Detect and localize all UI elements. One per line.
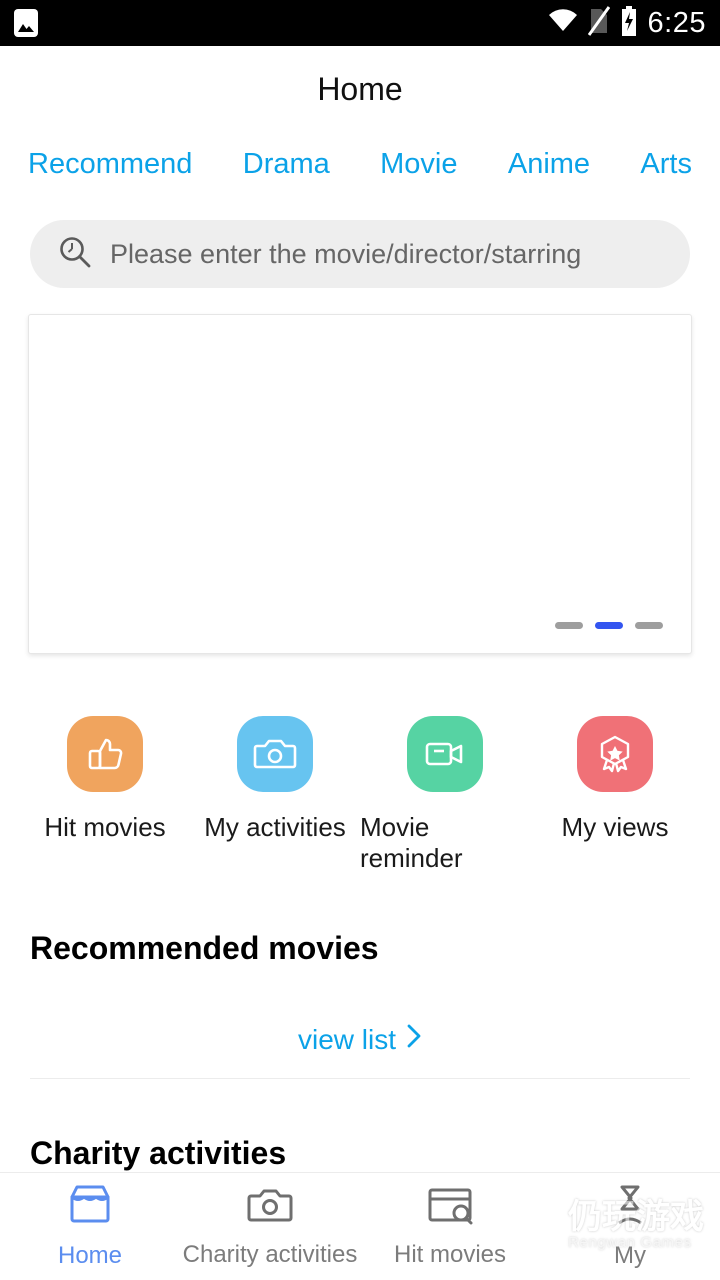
view-list-button[interactable]: view list [298, 1023, 422, 1056]
medal-badge-icon [577, 716, 653, 792]
app-root: 6:25 Home Recommend Drama Movie Anime Ar… [0, 0, 720, 1280]
nav-label: Charity activities [182, 1241, 358, 1268]
quick-action-my-views[interactable]: My views [530, 716, 700, 874]
quick-action-label: My activities [204, 812, 346, 842]
carousel-dot-2[interactable] [595, 622, 623, 629]
category-tabs: Recommend Drama Movie Anime Arts [0, 132, 720, 196]
store-box-icon [66, 1183, 114, 1232]
nav-label: My [614, 1242, 646, 1269]
thumbs-up-icon [67, 716, 143, 792]
person-icon [609, 1183, 651, 1232]
search-icon [58, 235, 92, 274]
status-bar-time: 6:25 [647, 6, 706, 39]
status-bar-right: 6:25 [548, 5, 706, 41]
quick-action-my-activities[interactable]: My activities [190, 716, 360, 874]
no-sim-icon [587, 5, 610, 41]
tab-movie[interactable]: Movie [380, 148, 457, 181]
photo-icon [14, 9, 38, 37]
search-section: Please enter the movie/director/starring [0, 196, 720, 288]
carousel-dots [555, 622, 663, 629]
wifi-icon [548, 8, 578, 38]
bottom-navigation: Home Charity activities Hit movies My [0, 1172, 720, 1280]
quick-actions: Hit movies My activities Movie reminder [0, 654, 720, 874]
nav-item-hit-movies[interactable]: Hit movies [360, 1184, 540, 1269]
carousel-dot-3[interactable] [635, 622, 663, 629]
carousel-section [0, 288, 720, 654]
video-camera-icon [407, 716, 483, 792]
tab-drama[interactable]: Drama [243, 148, 330, 181]
quick-action-label: My views [561, 812, 669, 842]
quick-action-hit-movies[interactable]: Hit movies [20, 716, 190, 874]
tab-anime[interactable]: Anime [508, 148, 590, 181]
search-placeholder: Please enter the movie/director/starring [110, 238, 582, 269]
quick-action-movie-reminder[interactable]: Movie reminder [360, 716, 530, 874]
status-bar: 6:25 [0, 0, 720, 46]
quick-action-label: Hit movies [44, 812, 166, 842]
tab-recommend[interactable]: Recommend [28, 148, 192, 181]
camera-icon [247, 1184, 293, 1231]
nav-item-my[interactable]: My [540, 1183, 720, 1270]
tab-arts[interactable]: Arts [640, 148, 692, 181]
nav-item-charity-activities[interactable]: Charity activities [180, 1184, 360, 1269]
view-list-label: view list [297, 1023, 396, 1055]
nav-label: Hit movies [393, 1241, 507, 1268]
camera-icon [237, 716, 313, 792]
nav-item-home[interactable]: Home [0, 1183, 180, 1270]
page-title: Home [317, 70, 403, 107]
carousel-dot-1[interactable] [555, 622, 583, 629]
recommended-movies-title: Recommended movies [30, 930, 379, 966]
search-input[interactable]: Please enter the movie/director/starring [30, 220, 690, 288]
charity-activities-title: Charity activities [30, 1135, 287, 1171]
status-bar-left [14, 9, 38, 37]
chevron-right-icon [406, 1023, 422, 1056]
battery-charging-icon [620, 5, 638, 41]
carousel-banner[interactable] [28, 314, 692, 654]
window-search-icon [427, 1184, 473, 1231]
view-list-row: view list [0, 967, 720, 1078]
quick-action-label: Movie reminder [360, 812, 463, 873]
nav-label: Home [57, 1242, 123, 1269]
